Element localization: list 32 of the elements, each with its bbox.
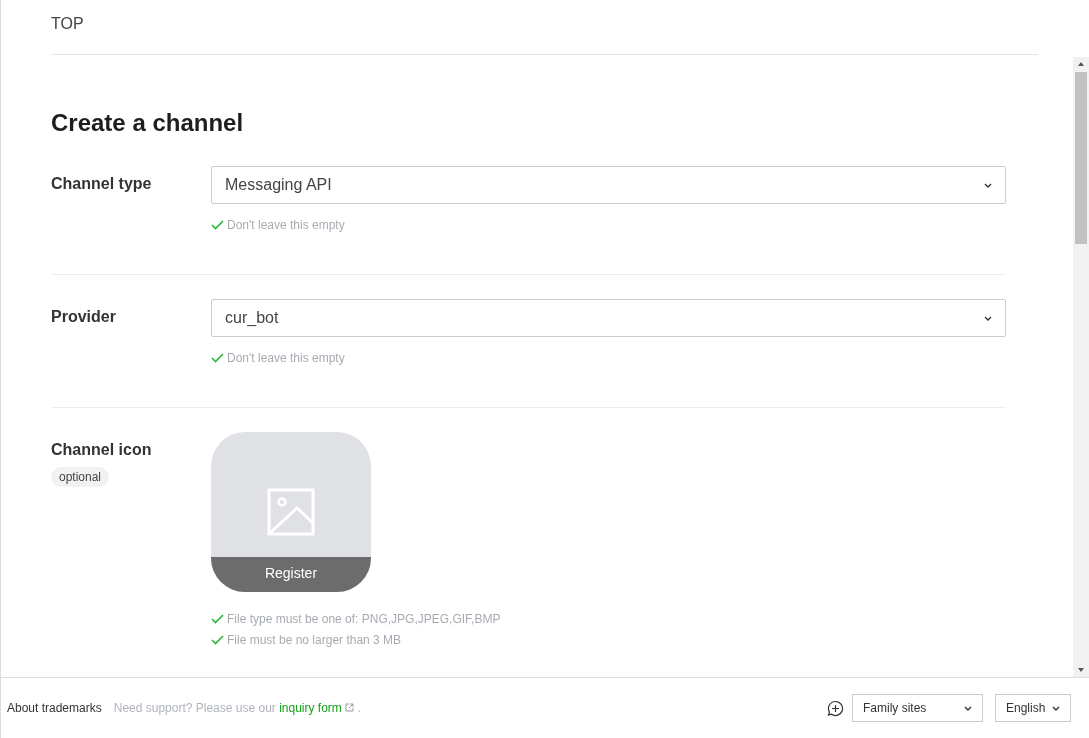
caret-icon (984, 182, 992, 188)
check-icon (211, 635, 224, 645)
inquiry-form-link[interactable]: inquiry form (279, 701, 342, 715)
scrollbar-thumb[interactable] (1075, 72, 1087, 244)
support-text: Need support? Please use our inquiry form . (113, 701, 361, 715)
field-label: Channel icon (51, 441, 152, 459)
dropdown-select[interactable]: Messaging API (211, 166, 1006, 204)
dropdown-select[interactable]: cur_bot (211, 299, 1006, 337)
validation-hint: File must be no larger than 3 MB (227, 633, 402, 647)
family-sites-dropdown[interactable]: Family sites (852, 694, 983, 722)
validation-hint: Don't leave this empty (227, 218, 345, 232)
language-dropdown[interactable]: English (995, 694, 1071, 722)
caret-icon (984, 315, 992, 321)
validation-hint: Don't leave this empty (227, 351, 345, 365)
caret-icon (964, 705, 972, 711)
check-icon (211, 220, 224, 230)
scrollbar[interactable] (1073, 57, 1089, 677)
chat-plus-icon[interactable] (827, 699, 844, 717)
breadcrumb-link[interactable]: TOP (51, 15, 84, 33)
optional-badge: optional (51, 467, 110, 487)
validation-hint: File type must be one of: PNG,JPG,JPEG,GIF,BMP (227, 612, 501, 626)
trademarks-link[interactable]: About trademarks (7, 701, 102, 715)
external-link-icon (345, 703, 355, 712)
icon-upload-area[interactable]: Register (211, 432, 371, 592)
check-icon (211, 353, 224, 363)
image-icon (267, 488, 315, 536)
field-label: Provider (51, 308, 116, 326)
field-label: Channel type (51, 175, 152, 193)
check-icon (211, 614, 224, 624)
page-title: Create a channel (51, 109, 245, 137)
caret-icon (1052, 705, 1060, 711)
register-button[interactable]: Register (211, 557, 371, 592)
